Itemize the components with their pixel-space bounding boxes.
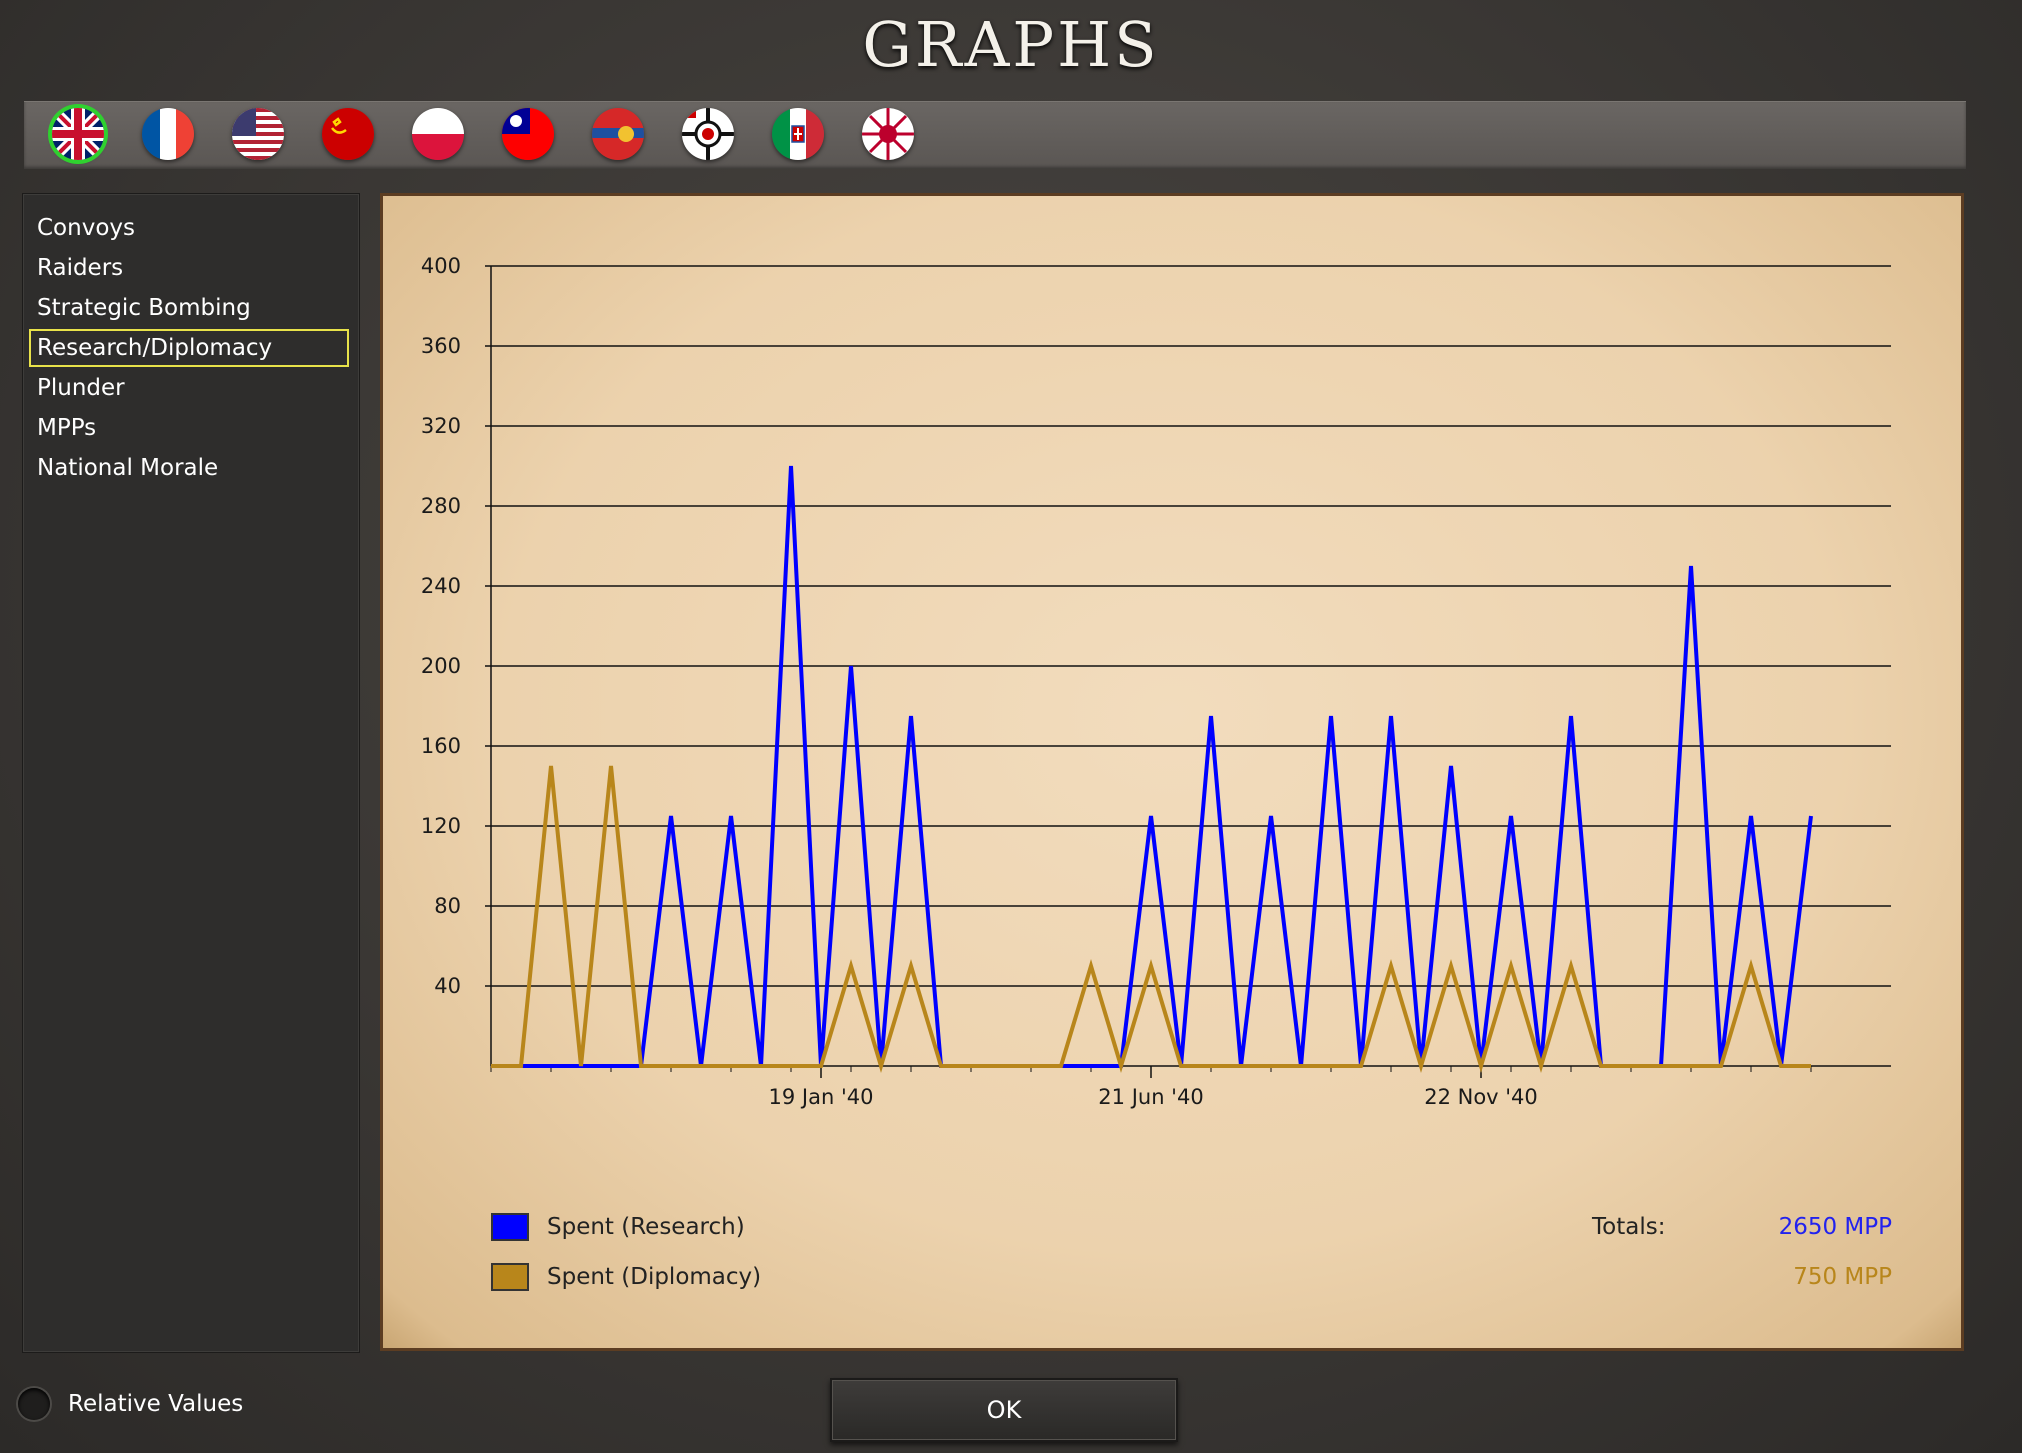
sidebar-item-convoys[interactable]: Convoys [29,209,349,247]
sidebar-item-plunder[interactable]: Plunder [29,369,349,407]
legend-swatch-diplomacy [491,1263,529,1291]
flag-japan-icon[interactable] [862,108,914,160]
y-tick-label-200: 200 [421,654,461,678]
graph-panel: 40 80 120 160 200 240 280 320 360 400 19 Jan '40 21… [380,193,1964,1351]
relative-values-radio[interactable] [18,1388,50,1420]
legend-swatch-research [491,1213,529,1241]
flag-poland-icon[interactable] [412,108,464,160]
window-title: GRAPHS [862,8,1160,81]
y-tick-label-80: 80 [434,894,461,918]
sidebar-item-strategic-bombing[interactable]: Strategic Bombing [29,289,349,327]
y-tick-label-120: 120 [421,814,461,838]
total-research-value: 2650 MPP [1778,1214,1892,1240]
research-diplomacy-chart: 40 80 120 160 200 240 280 320 360 400 19 Jan '40 21… [421,254,1891,1109]
flag-soviet-union-icon[interactable] [322,108,374,160]
totals-label: Totals: [1592,1214,1666,1240]
y-tick-label-160: 160 [421,734,461,758]
y-tick-label-280: 280 [421,494,461,518]
flag-italy-icon[interactable] [772,108,824,160]
flag-china-icon[interactable] [502,108,554,160]
y-tick-label-400: 400 [421,254,461,278]
sidebar-item-research-diplomacy[interactable]: Research/Diplomacy [29,329,349,367]
relative-values-toggle[interactable]: Relative Values [18,1386,243,1422]
total-diplomacy-value: 750 MPP [1793,1264,1892,1290]
graph-category-list: Convoys Raiders Strategic Bombing Resear… [22,193,360,1353]
y-tick-label-360: 360 [421,334,461,358]
x-tick-label: 22 Nov '40 [1424,1085,1538,1109]
ok-button[interactable]: OK [830,1378,1178,1442]
sidebar-item-mpps[interactable]: MPPs [29,409,349,447]
y-tick-label-320: 320 [421,414,461,438]
series-line-diplomacy [491,765,1811,1073]
sidebar-item-national-morale[interactable]: National Morale [29,449,349,487]
x-tick-label: 21 Jun '40 [1098,1085,1203,1109]
y-tick-label-40: 40 [434,974,461,998]
flag-germany-icon[interactable] [682,108,734,160]
flag-mongolia-icon[interactable] [592,108,644,160]
series-line-research [491,465,1813,1068]
flag-united-kingdom-icon[interactable] [52,108,104,160]
y-tick-label-240: 240 [421,574,461,598]
legend-label-research: Spent (Research) [547,1214,745,1240]
nation-flag-bar [24,101,1966,169]
x-tick-label: 19 Jan '40 [769,1085,874,1109]
flag-united-states-icon[interactable] [232,108,284,160]
flag-france-icon[interactable] [142,108,194,160]
sidebar-item-raiders[interactable]: Raiders [29,249,349,287]
legend-label-diplomacy: Spent (Diplomacy) [547,1264,762,1290]
relative-values-label: Relative Values [68,1391,244,1417]
